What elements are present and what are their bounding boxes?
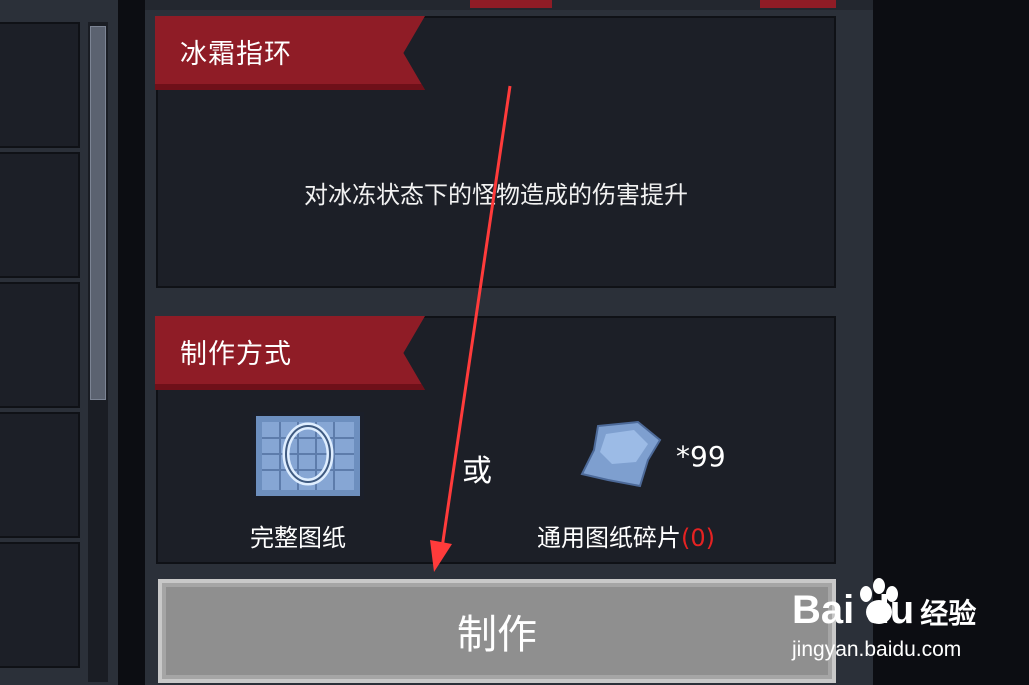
item-slot[interactable]: [0, 22, 80, 148]
item-slot[interactable]: [0, 282, 80, 408]
craft-button-label: 制作: [457, 612, 537, 658]
recipe-section-title: 制作方式: [180, 339, 292, 370]
fragment-label-row: 通用图纸碎片(0): [537, 518, 715, 553]
watermark-logo-cn: 经验: [920, 597, 977, 630]
craft-button[interactable]: 制作: [158, 579, 836, 683]
item-slot[interactable]: [0, 412, 80, 538]
fragment-owned-count: (0): [681, 524, 715, 552]
item-slot[interactable]: [0, 152, 80, 278]
fragment-label: 通用图纸碎片: [537, 524, 681, 552]
fragment-required-count: *99: [676, 440, 726, 473]
item-description: 对冰冻状态下的怪物造成的伤害提升: [304, 181, 688, 209]
item-list-panel: [0, 0, 118, 685]
item-slot[interactable]: [0, 542, 80, 668]
scrollbar-thumb[interactable]: [90, 26, 106, 400]
item-name: 冰霜指环: [180, 39, 292, 70]
top-tab[interactable]: [470, 0, 552, 8]
baidu-watermark: Bai du 经验 jingyan.baidu.com: [782, 576, 1022, 676]
watermark-url: jingyan.baidu.com: [792, 638, 962, 661]
blueprint-fragment-icon[interactable]: [578, 420, 664, 490]
full-blueprint-label: 完整图纸: [250, 524, 346, 552]
ring-blueprint-icon[interactable]: [250, 410, 366, 502]
top-tab[interactable]: [760, 0, 836, 8]
watermark-logo-text: Bai du: [792, 588, 915, 632]
or-separator: 或: [462, 454, 492, 489]
watermark-logo: Bai du 经验: [792, 588, 976, 633]
